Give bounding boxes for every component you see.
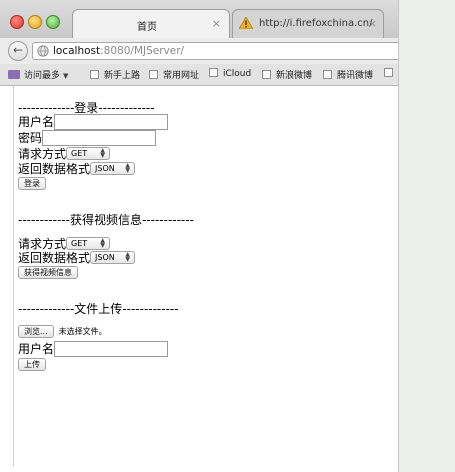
close-window-button[interactable] (10, 15, 24, 29)
login-format-row: 返回数据格式 JSON ▲ ▼ (18, 161, 136, 177)
bookmark-label: 新手上路 (104, 71, 141, 81)
tab-close-icon[interactable]: × (368, 17, 377, 30)
no-file-text: 未选择文件。 (58, 327, 107, 336)
video-format-select[interactable]: JSON ▲ ▼ (90, 251, 136, 264)
url-text: localhost:8080/MJServer/ (53, 45, 184, 57)
select-arrows-icon: ▲ ▼ (125, 251, 131, 263)
login-method-row: 请求方式 GET ▲ ▼ (18, 146, 111, 162)
page-icon (262, 70, 271, 79)
upload-username-row: 用户名 (18, 341, 169, 357)
login-heading: -------------登录------------- (18, 101, 155, 115)
select-arrows-icon: ▲ ▼ (100, 147, 106, 159)
select-arrows-icon: ▲ ▼ (100, 237, 106, 249)
tab-close-icon[interactable]: × (212, 17, 221, 30)
divider (13, 86, 14, 466)
upload-file-row: 浏览... 未选择文件。 (18, 325, 107, 341)
url-path: :8080/MJServer/ (100, 45, 185, 57)
folder-icon (8, 70, 20, 79)
select-value: JSON (95, 164, 115, 173)
bookmark-common-sites[interactable]: 常用网址 (149, 68, 199, 81)
page-icon (209, 68, 218, 77)
password-label: 密码 (18, 131, 43, 145)
tab-title: 首页 (137, 22, 157, 33)
tab-firefoxchina[interactable]: http://i.firefoxchina.cn/ × (232, 9, 384, 38)
globe-icon (37, 45, 49, 57)
username-label: 用户名 (18, 342, 55, 356)
video-heading: ------------获得视频信息------------ (18, 213, 194, 227)
video-method-select[interactable]: GET ▲ ▼ (66, 237, 111, 250)
tab-title: http://i.firefoxchina.cn/ (259, 18, 373, 29)
back-arrow-icon: ← (12, 43, 24, 57)
bookmarks-toolbar: 访问最多 ▼ 新手上路 常用网址 iCloud 新浪微博 腾讯微博 (0, 64, 398, 86)
upload-username-input[interactable] (54, 341, 169, 357)
warning-icon (239, 17, 253, 29)
address-bar[interactable]: localhost:8080/MJServer/ (32, 42, 398, 60)
login-method-select[interactable]: GET ▲ ▼ (66, 147, 111, 160)
bookmark-overflow[interactable] (384, 68, 398, 79)
get-video-info-button[interactable]: 获得视频信息 (18, 266, 78, 279)
login-username-input[interactable] (54, 114, 169, 130)
login-submit-button[interactable]: 登录 (18, 177, 46, 190)
navigation-bar: ← localhost:8080/MJServer/ (0, 38, 398, 65)
bookmark-getting-started[interactable]: 新手上路 (90, 68, 140, 81)
page-icon (323, 70, 332, 79)
login-format-select[interactable]: JSON ▲ ▼ (90, 162, 136, 175)
method-label: 请求方式 (18, 147, 67, 161)
bookmark-label: 访问最多 (24, 71, 61, 81)
minimize-window-button[interactable] (28, 15, 42, 29)
bookmark-label: 常用网址 (163, 71, 200, 81)
back-button[interactable]: ← (8, 41, 28, 61)
page-icon (384, 68, 393, 77)
upload-heading: -------------文件上传------------- (18, 302, 179, 316)
select-arrows-icon: ▲ ▼ (125, 162, 131, 174)
login-password-row: 密码 (18, 130, 157, 146)
page-icon (90, 70, 99, 79)
bookmark-label: iCloud (223, 69, 252, 79)
format-label: 返回数据格式 (18, 251, 91, 265)
select-value: JSON (95, 253, 115, 262)
format-label: 返回数据格式 (18, 162, 91, 176)
browse-button[interactable]: 浏览... (18, 325, 54, 338)
browser-window: 首页 × http://i.firefoxchina.cn/ × ← local… (0, 0, 399, 472)
username-label: 用户名 (18, 115, 55, 129)
tab-home[interactable]: 首页 × (72, 9, 230, 38)
method-label: 请求方式 (18, 237, 67, 251)
zoom-window-button[interactable] (46, 15, 60, 29)
chevron-down-icon: ▼ (63, 72, 69, 80)
tab-strip: 首页 × http://i.firefoxchina.cn/ × (0, 0, 398, 39)
bookmark-label: 腾讯微博 (337, 71, 374, 81)
video-format-row: 返回数据格式 JSON ▲ ▼ (18, 250, 136, 266)
login-username-row: 用户名 (18, 114, 169, 130)
select-value: GET (71, 239, 88, 248)
select-value: GET (71, 149, 88, 158)
url-host: localhost (53, 45, 101, 57)
bookmark-tencent-weibo[interactable]: 腾讯微博 (323, 68, 373, 81)
bookmark-most-visited[interactable]: 访问最多 ▼ (8, 68, 68, 81)
bookmark-label: 新浪微博 (276, 71, 313, 81)
login-password-input[interactable] (42, 130, 157, 146)
upload-submit-button[interactable]: 上传 (18, 358, 46, 371)
bookmark-sina-weibo[interactable]: 新浪微博 (262, 68, 312, 81)
bookmark-icloud[interactable]: iCloud (209, 68, 251, 79)
page-content: -------------登录------------- 用户名 密码 请求方式… (0, 86, 398, 472)
page-icon (149, 70, 158, 79)
